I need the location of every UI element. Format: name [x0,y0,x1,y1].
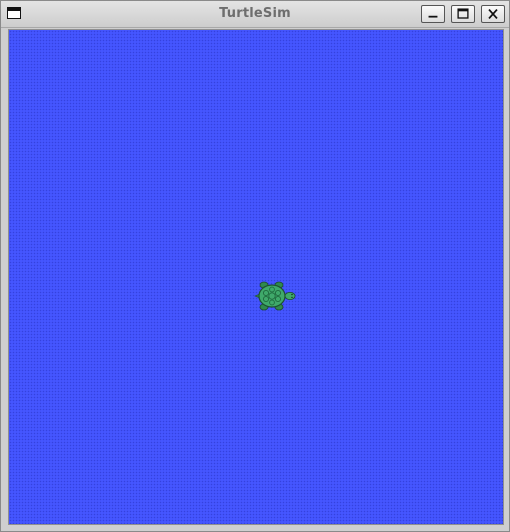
close-icon [488,8,498,20]
turtle-canvas[interactable] [8,29,504,525]
close-button[interactable] [481,5,505,23]
title-bar[interactable]: TurtleSim [1,1,509,28]
turtlesim-window: TurtleSim [0,0,510,532]
minimize-icon [428,15,438,18]
maximize-icon [457,8,469,19]
maximize-button[interactable] [451,5,475,23]
minimize-button[interactable] [421,5,445,23]
turtle-icon [254,281,296,311]
